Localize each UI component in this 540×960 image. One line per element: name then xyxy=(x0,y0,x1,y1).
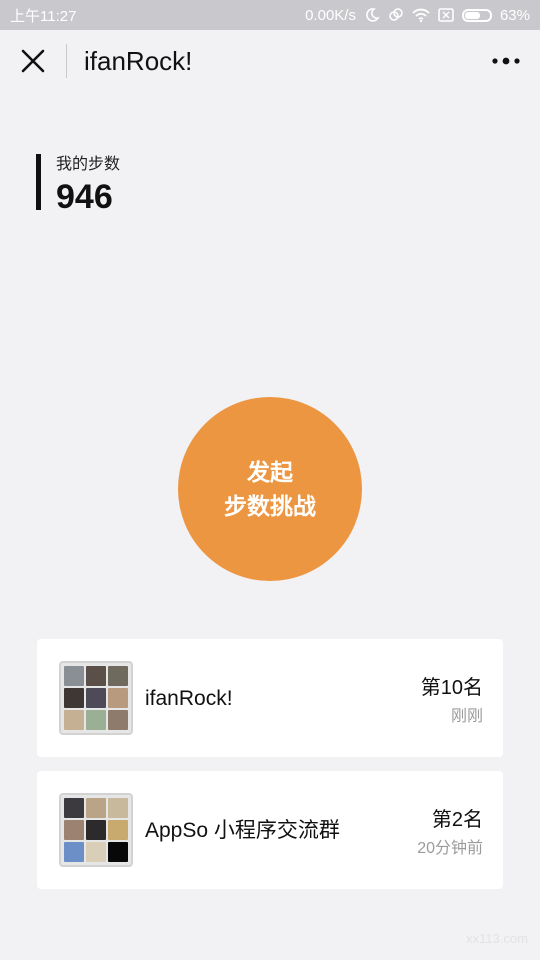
status-time: 上午11:27 xyxy=(10,7,77,25)
battery-level xyxy=(464,11,481,19)
member-avatar xyxy=(108,842,128,862)
group-name: ifanRock! xyxy=(145,687,233,710)
my-steps: 我的步数 946 xyxy=(36,152,121,216)
member-avatar xyxy=(86,666,106,686)
group-avatar xyxy=(59,661,133,735)
steps-accent-bar xyxy=(36,154,41,210)
more-dots-icon[interactable] xyxy=(490,50,522,72)
member-avatar xyxy=(108,798,128,818)
battery-percent: 63% xyxy=(499,6,530,24)
watermark: xx113.com xyxy=(466,931,528,946)
member-avatar xyxy=(108,820,128,840)
challenge-label-line1: 发起 xyxy=(247,459,293,485)
status-icons: 0.00K/s 63% xyxy=(305,7,530,24)
status-bar: 上午11:27 0.00K/s 63% xyxy=(0,0,540,30)
challenge-label-line2: 步数挑战 xyxy=(224,493,316,519)
member-avatar xyxy=(86,842,106,862)
close-icon[interactable] xyxy=(18,46,48,76)
steps-label: 我的步数 xyxy=(56,156,121,173)
battery-icon xyxy=(461,8,492,22)
group-card-ifanrock[interactable]: ifanRock! 第10名 刚刚 xyxy=(37,639,503,757)
member-avatar xyxy=(64,798,84,818)
member-avatar xyxy=(86,820,106,840)
page-title: ifanRock! xyxy=(84,46,193,76)
group-rank: 第10名 xyxy=(420,677,483,699)
link-icon xyxy=(388,7,404,23)
member-avatar xyxy=(64,820,84,840)
group-name: AppSo 小程序交流群 xyxy=(145,819,340,842)
member-avatar xyxy=(64,666,84,686)
member-avatar xyxy=(108,710,128,730)
group-updated-time: 20分钟前 xyxy=(417,840,483,857)
member-avatar xyxy=(64,842,84,862)
sim-icon xyxy=(438,8,454,22)
group-rank: 第2名 xyxy=(431,809,483,831)
group-card-appso[interactable]: AppSo 小程序交流群 第2名 20分钟前 xyxy=(37,771,503,889)
member-avatar xyxy=(108,688,128,708)
group-updated-time: 刚刚 xyxy=(450,708,483,725)
network-speed: 0.00K/s xyxy=(305,6,356,24)
member-avatar xyxy=(86,710,106,730)
steps-value: 946 xyxy=(56,178,113,216)
moon-icon xyxy=(364,7,380,23)
nav-bar: ifanRock! xyxy=(0,30,540,92)
member-avatar xyxy=(86,798,106,818)
group-avatar xyxy=(59,793,133,867)
nav-divider xyxy=(66,44,67,78)
member-avatar xyxy=(86,688,106,708)
member-avatar xyxy=(108,666,128,686)
wifi-icon xyxy=(412,7,430,23)
member-avatar xyxy=(64,688,84,708)
start-step-challenge-button[interactable]: 发起 步数挑战 xyxy=(178,397,362,581)
member-avatar xyxy=(64,710,84,730)
